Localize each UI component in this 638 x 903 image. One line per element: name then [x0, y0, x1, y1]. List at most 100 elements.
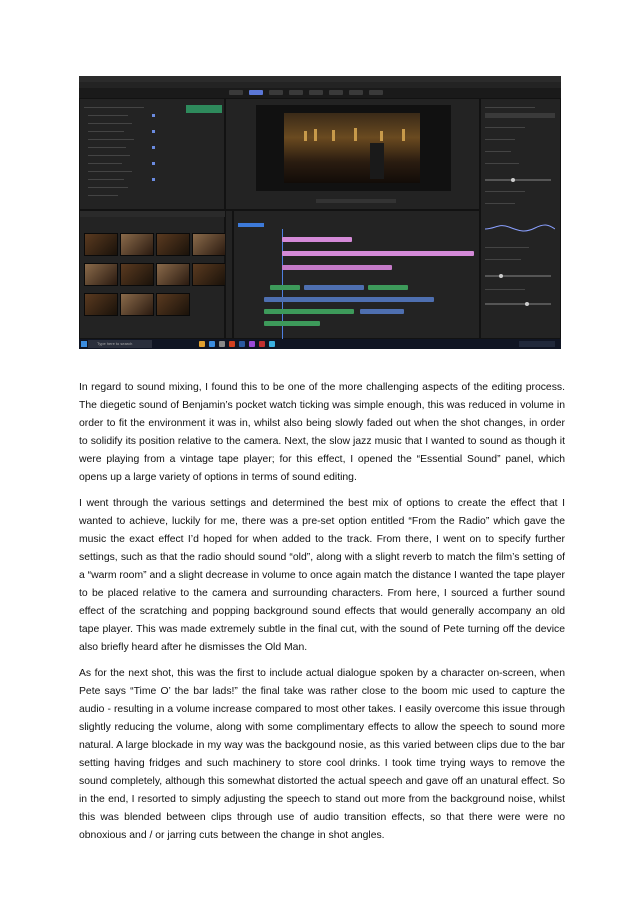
panel-row: [485, 107, 535, 108]
media-thumbnail[interactable]: [192, 263, 226, 286]
audio-clip[interactable]: [368, 285, 408, 290]
panel-row: [485, 203, 515, 204]
audio-clip[interactable]: [264, 309, 354, 314]
office-icon[interactable]: [229, 341, 235, 347]
transport-controls[interactable]: [316, 199, 396, 203]
media-thumbnail[interactable]: [84, 233, 118, 256]
timeline-panel: [233, 210, 480, 339]
keyframe-toggle[interactable]: [152, 162, 155, 165]
word-icon[interactable]: [239, 341, 245, 347]
paragraph-3: As for the next shot, this was the first…: [79, 668, 565, 841]
slider-knob[interactable]: [525, 302, 529, 306]
app-icon[interactable]: [259, 341, 265, 347]
paragraph-2: I went through the various settings and …: [79, 498, 565, 653]
media-thumbnail[interactable]: [120, 233, 154, 256]
windows-taskbar: Type here to search: [79, 339, 561, 349]
panel-row: [88, 115, 128, 116]
workspace-tab: [349, 90, 363, 95]
keyframe-toggle[interactable]: [152, 114, 155, 117]
panel-row: [485, 151, 511, 152]
video-track-v2: [282, 237, 477, 243]
panel-row: [88, 163, 122, 164]
essential-sound-panel: [480, 98, 561, 339]
keyframe-toggle[interactable]: [152, 146, 155, 149]
slider-knob[interactable]: [511, 178, 515, 182]
timeline-clip[interactable]: [282, 237, 352, 242]
audio-track-a2: [264, 297, 479, 303]
preset-dropdown[interactable]: [485, 113, 555, 118]
media-thumbnail[interactable]: [156, 293, 190, 316]
bottle-shape: [304, 131, 307, 141]
audio-clip[interactable]: [304, 285, 364, 290]
video-track-v1b: [282, 265, 477, 271]
panel-row: [88, 155, 130, 156]
clip-volume-slider[interactable]: [485, 303, 551, 305]
workspace-tab: [229, 90, 243, 95]
editor-screenshot: Type here to search: [79, 76, 561, 349]
bin-tabs: [80, 211, 226, 217]
store-icon[interactable]: [219, 341, 225, 347]
panel-row: [485, 259, 521, 260]
workspace-tabs: [79, 88, 561, 98]
media-thumbnail[interactable]: [156, 233, 190, 256]
workspace-tab: [309, 90, 323, 95]
panel-row: [88, 147, 126, 148]
media-thumbnail[interactable]: [192, 233, 226, 256]
media-thumbnail[interactable]: [120, 293, 154, 316]
video-frame: [284, 113, 420, 183]
timeline-clip[interactable]: [282, 265, 392, 270]
audio-clip[interactable]: [360, 309, 404, 314]
edge-icon[interactable]: [209, 341, 215, 347]
folder-icon[interactable]: [199, 341, 205, 347]
keyframe-toggle[interactable]: [152, 130, 155, 133]
keyframe-toggle[interactable]: [152, 178, 155, 181]
system-tray-clock: [519, 341, 555, 347]
timeline-clip-preview: [186, 105, 222, 113]
panel-row: [485, 191, 525, 192]
panel-row: [88, 123, 132, 124]
audio-clip[interactable]: [264, 321, 320, 326]
bottle-shape: [354, 128, 357, 141]
taskbar-search-placeholder: Type here to search: [97, 341, 133, 346]
tools-panel: [225, 210, 233, 339]
panel-row: [88, 139, 134, 140]
media-thumbnail[interactable]: [156, 263, 190, 286]
bottle-shape: [332, 130, 335, 141]
bottle-shape: [402, 129, 405, 141]
panel-row: [88, 187, 128, 188]
workspace-tab: [329, 90, 343, 95]
figure-silhouette: [370, 143, 384, 179]
app-icon[interactable]: [269, 341, 275, 347]
windows-start-icon[interactable]: [81, 341, 87, 347]
video-track-v1: [282, 251, 477, 257]
project-bin-panel: [79, 210, 226, 339]
media-thumbnail[interactable]: [120, 263, 154, 286]
bottle-shape: [314, 129, 317, 141]
audio-track-a4: [264, 321, 479, 327]
premiere-icon[interactable]: [249, 341, 255, 347]
panel-row: [485, 247, 529, 248]
document-page: Type here to search In regard to sound m…: [0, 0, 638, 903]
program-monitor-panel: [225, 98, 480, 210]
taskbar-search[interactable]: Type here to search: [88, 340, 152, 348]
panel-row: [88, 131, 124, 132]
timeline-clip[interactable]: [282, 251, 474, 256]
bottle-shape: [380, 131, 383, 141]
workspace-tab: [369, 90, 383, 95]
volume-slider[interactable]: [485, 179, 551, 181]
panel-row: [485, 127, 525, 128]
panel-row: [88, 179, 124, 180]
timecode: [238, 223, 264, 227]
eq-curve: [485, 224, 555, 232]
media-thumbnail[interactable]: [84, 263, 118, 286]
reverb-slider[interactable]: [485, 275, 551, 277]
audio-clip[interactable]: [270, 285, 300, 290]
workspace-tab: [269, 90, 283, 95]
slider-knob[interactable]: [499, 274, 503, 278]
media-thumbnail[interactable]: [84, 293, 118, 316]
audio-clip[interactable]: [264, 297, 434, 302]
panel-row: [88, 171, 132, 172]
effect-controls-panel: [79, 98, 225, 210]
workspace-tab-active: [249, 90, 263, 95]
panel-row: [485, 163, 519, 164]
